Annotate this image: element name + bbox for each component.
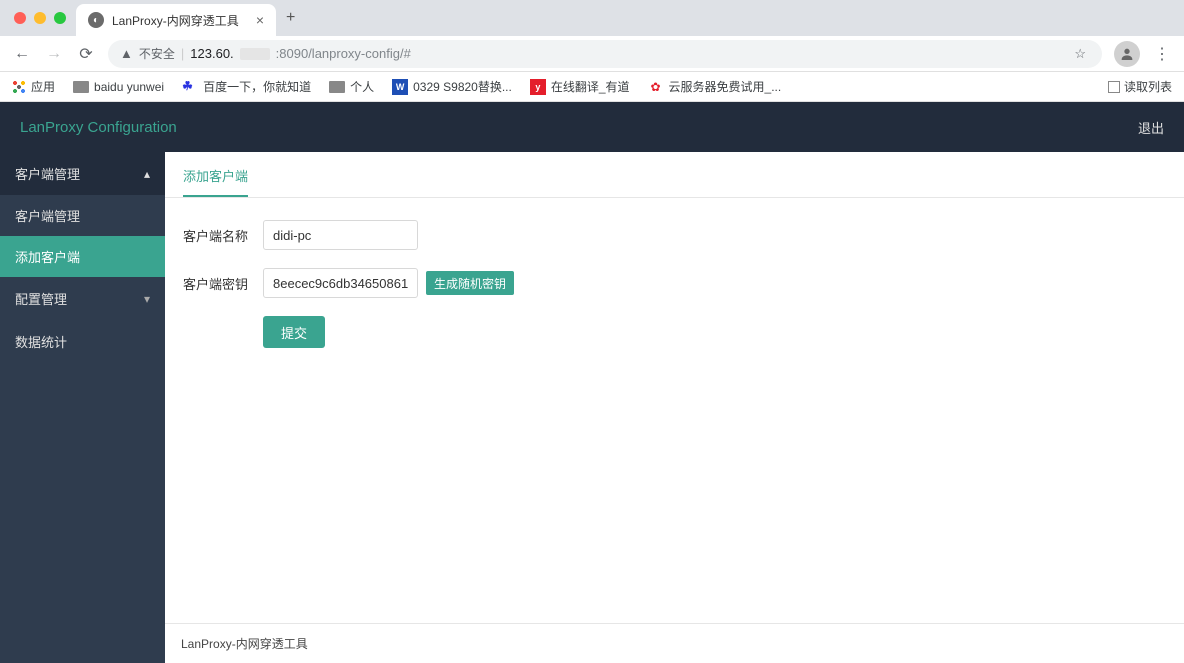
tab-favicon-icon: ◐ [88,12,104,28]
client-name-input[interactable] [263,220,418,250]
url-input[interactable]: ▲ 不安全 | 123.60. :8090/lanproxy-config/# … [108,40,1102,68]
star-icon[interactable]: ☆ [1074,46,1086,62]
app-body: 客户端管理 客户端管理 添加客户端 配置管理 数据统计 添加客户端 客户端名称 [0,152,1184,663]
content-header: 添加客户端 [165,152,1184,197]
form-row-key: 客户端密钥 生成随机密钥 [183,268,1166,298]
window-minimize-icon[interactable] [34,12,46,24]
chevron-up-icon [144,166,150,181]
tab-bar: ◐ LanProxy-内网穿透工具 × + [0,0,1184,36]
chevron-down-icon [144,291,150,306]
sidebar: 客户端管理 客户端管理 添加客户端 配置管理 数据统计 [0,152,165,663]
app: LanProxy Configuration 退出 客户端管理 客户端管理 添加… [0,102,1184,663]
forward-icon[interactable]: → [44,45,64,63]
sidebar-group-config[interactable]: 配置管理 [0,277,165,320]
client-name-label: 客户端名称 [183,226,263,245]
sidebar-item-add-client[interactable]: 添加客户端 [0,236,165,277]
app-header: LanProxy Configuration 退出 [0,102,1184,152]
bookmark-apps[interactable]: 应用 [12,78,55,95]
window-maximize-icon[interactable] [54,12,66,24]
tab-title: LanProxy-内网穿透工具 [112,12,248,29]
content-tab-add-client[interactable]: 添加客户端 [183,166,248,197]
content: 添加客户端 客户端名称 客户端密钥 生成随机密钥 提交 LanP [165,152,1184,663]
huawei-icon: ✿ [648,79,664,95]
bookmark-baidu[interactable]: ☘ 百度一下，你就知道 [182,78,311,95]
address-bar: ← → ⟳ ▲ 不安全 | 123.60. :8090/lanproxy-con… [0,36,1184,72]
window-controls [10,12,76,24]
baidu-icon: ☘ [182,79,198,95]
menu-icon[interactable]: ⋮ [1152,44,1172,64]
bookmark-s9820[interactable]: W 0329 S9820替换... [392,78,512,95]
browser-chrome: ◐ LanProxy-内网穿透工具 × + ← → ⟳ ▲ 不安全 | 123.… [0,0,1184,102]
new-tab-button[interactable]: + [286,9,295,27]
client-key-input[interactable] [263,268,418,298]
form-row-name: 客户端名称 [183,220,1166,250]
bookmark-youdao[interactable]: y 在线翻译_有道 [530,78,630,95]
w-icon: W [392,79,408,95]
sidebar-group-client[interactable]: 客户端管理 [0,152,165,195]
url-path: :8090/lanproxy-config/# [276,46,411,61]
bookmarks-bar: 应用 baidu yunwei ☘ 百度一下，你就知道 个人 W 0329 S9… [0,72,1184,102]
sidebar-item-client-mgmt[interactable]: 客户端管理 [0,195,165,236]
sidebar-item-stats[interactable]: 数据统计 [0,320,165,363]
folder-icon [73,81,89,93]
url-redacted [240,48,270,60]
logout-link[interactable]: 退出 [1138,118,1164,137]
bookmark-baidu-yunwei[interactable]: baidu yunwei [73,80,164,94]
footer: LanProxy-内网穿透工具 [165,623,1184,663]
bookmark-personal[interactable]: 个人 [329,78,374,95]
reload-icon[interactable]: ⟳ [76,44,96,64]
form-row-submit: 提交 [183,316,1166,348]
reading-list[interactable]: 读取列表 [1108,78,1172,95]
add-client-form: 客户端名称 客户端密钥 生成随机密钥 提交 [165,198,1184,388]
submit-button[interactable]: 提交 [263,316,325,348]
youdao-icon: y [530,79,546,95]
app-brand: LanProxy Configuration [20,119,177,136]
bookmark-huawei[interactable]: ✿ 云服务器免费试用_... [648,78,782,95]
generate-key-button[interactable]: 生成随机密钥 [426,271,514,295]
insecure-label: 不安全 [139,45,175,62]
reading-list-icon [1108,81,1120,93]
footer-text: LanProxy-内网穿透工具 [181,635,308,652]
browser-tab[interactable]: ◐ LanProxy-内网穿透工具 × [76,4,276,36]
insecure-icon: ▲ [120,46,133,61]
back-icon[interactable]: ← [12,45,32,63]
client-key-label: 客户端密钥 [183,274,263,293]
window-close-icon[interactable] [14,12,26,24]
tab-close-icon[interactable]: × [256,12,264,28]
folder-icon [329,81,345,93]
url-host: 123.60. [190,46,233,61]
profile-icon[interactable] [1114,41,1140,67]
apps-icon [12,80,26,94]
